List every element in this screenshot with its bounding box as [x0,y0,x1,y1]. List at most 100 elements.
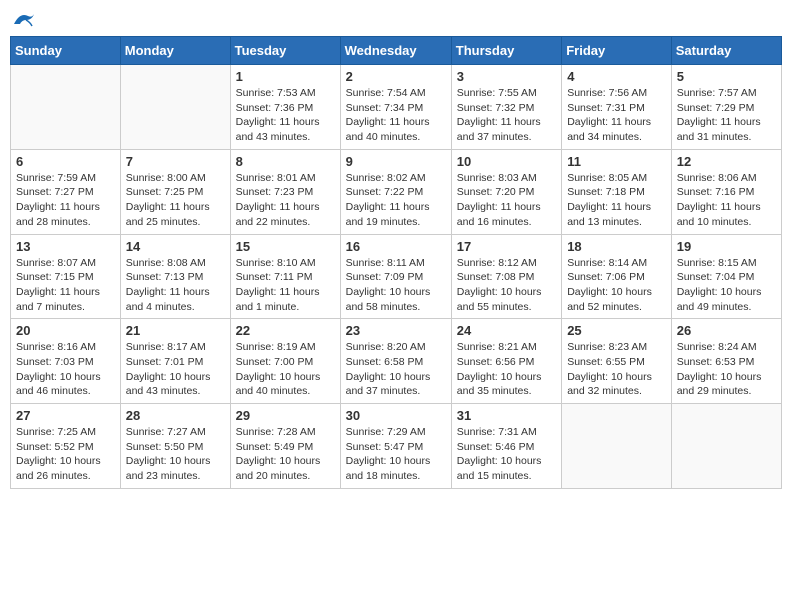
day-info: Sunrise: 7:55 AM Sunset: 7:32 PM Dayligh… [457,86,556,145]
day-info: Sunrise: 8:10 AM Sunset: 7:11 PM Dayligh… [236,256,335,315]
day-info: Sunrise: 8:21 AM Sunset: 6:56 PM Dayligh… [457,340,556,399]
day-number: 5 [677,69,776,84]
calendar-cell [11,65,121,150]
day-number: 26 [677,323,776,338]
calendar-cell: 10Sunrise: 8:03 AM Sunset: 7:20 PM Dayli… [451,149,561,234]
day-number: 9 [346,154,446,169]
day-number: 30 [346,408,446,423]
day-info: Sunrise: 8:07 AM Sunset: 7:15 PM Dayligh… [16,256,115,315]
day-number: 11 [567,154,666,169]
day-info: Sunrise: 8:23 AM Sunset: 6:55 PM Dayligh… [567,340,666,399]
page-header [10,10,782,28]
calendar-cell: 29 Sunrise: 7:28 AM Sunset: 5:49 PM Dayli… [230,404,340,489]
calendar-cell: 23Sunrise: 8:20 AM Sunset: 6:58 PM Dayli… [340,319,451,404]
calendar-header-wednesday: Wednesday [340,37,451,65]
day-info: Sunrise: 7:53 AM Sunset: 7:36 PM Dayligh… [236,86,335,145]
calendar-cell: 13 Sunrise: 8:07 AM Sunset: 7:15 PM Dayli… [11,234,121,319]
day-info: Sunrise: 8:17 AM Sunset: 7:01 PM Dayligh… [126,340,225,399]
calendar-table: SundayMondayTuesdayWednesdayThursdayFrid… [10,36,782,489]
calendar-cell: 22 Sunrise: 8:19 AM Sunset: 7:00 PM Dayli… [230,319,340,404]
day-info: Sunrise: 7:57 AM Sunset: 7:29 PM Dayligh… [677,86,776,145]
day-number: 17 [457,239,556,254]
day-number: 6 [16,154,115,169]
day-info: Sunrise: 8:05 AM Sunset: 7:18 PM Dayligh… [567,171,666,230]
day-info: Sunrise: 8:06 AM Sunset: 7:16 PM Dayligh… [677,171,776,230]
calendar-cell: 31Sunrise: 7:31 AM Sunset: 5:46 PM Dayli… [451,404,561,489]
day-info: Sunrise: 8:24 AM Sunset: 6:53 PM Dayligh… [677,340,776,399]
day-number: 13 [16,239,115,254]
calendar-cell: 12 Sunrise: 8:06 AM Sunset: 7:16 PM Dayli… [671,149,781,234]
day-info: Sunrise: 7:28 AM Sunset: 5:49 PM Dayligh… [236,425,335,484]
day-number: 10 [457,154,556,169]
week-row-3: 13 Sunrise: 8:07 AM Sunset: 7:15 PM Dayli… [11,234,782,319]
day-number: 2 [346,69,446,84]
day-info: Sunrise: 7:25 AM Sunset: 5:52 PM Dayligh… [16,425,115,484]
day-info: Sunrise: 8:01 AM Sunset: 7:23 PM Dayligh… [236,171,335,230]
day-info: Sunrise: 7:59 AM Sunset: 7:27 PM Dayligh… [16,171,115,230]
day-number: 28 [126,408,225,423]
day-number: 27 [16,408,115,423]
calendar-cell: 4 Sunrise: 7:56 AM Sunset: 7:31 PM Daylig… [562,65,672,150]
calendar-cell: 30Sunrise: 7:29 AM Sunset: 5:47 PM Dayli… [340,404,451,489]
calendar-cell: 1 Sunrise: 7:53 AM Sunset: 7:36 PM Daylig… [230,65,340,150]
day-info: Sunrise: 8:00 AM Sunset: 7:25 PM Dayligh… [126,171,225,230]
day-info: Sunrise: 8:16 AM Sunset: 7:03 PM Dayligh… [16,340,115,399]
calendar-cell: 6 Sunrise: 7:59 AM Sunset: 7:27 PM Daylig… [11,149,121,234]
calendar-cell: 11 Sunrise: 8:05 AM Sunset: 7:18 PM Dayli… [562,149,672,234]
calendar-cell: 2 Sunrise: 7:54 AM Sunset: 7:34 PM Daylig… [340,65,451,150]
calendar-cell: 25 Sunrise: 8:23 AM Sunset: 6:55 PM Dayli… [562,319,672,404]
day-number: 24 [457,323,556,338]
day-number: 4 [567,69,666,84]
day-number: 16 [346,239,446,254]
calendar-header-sunday: Sunday [11,37,121,65]
day-info: Sunrise: 7:31 AM Sunset: 5:46 PM Dayligh… [457,425,556,484]
calendar-header-tuesday: Tuesday [230,37,340,65]
calendar-cell: 24 Sunrise: 8:21 AM Sunset: 6:56 PM Dayli… [451,319,561,404]
day-number: 3 [457,69,556,84]
day-info: Sunrise: 8:12 AM Sunset: 7:08 PM Dayligh… [457,256,556,315]
day-number: 1 [236,69,335,84]
day-info: Sunrise: 7:56 AM Sunset: 7:31 PM Dayligh… [567,86,666,145]
calendar-cell [671,404,781,489]
logo [10,10,36,28]
calendar-cell: 3 Sunrise: 7:55 AM Sunset: 7:32 PM Daylig… [451,65,561,150]
day-info: Sunrise: 7:27 AM Sunset: 5:50 PM Dayligh… [126,425,225,484]
day-number: 21 [126,323,225,338]
day-info: Sunrise: 8:08 AM Sunset: 7:13 PM Dayligh… [126,256,225,315]
day-info: Sunrise: 8:15 AM Sunset: 7:04 PM Dayligh… [677,256,776,315]
week-row-2: 6 Sunrise: 7:59 AM Sunset: 7:27 PM Daylig… [11,149,782,234]
calendar-header-saturday: Saturday [671,37,781,65]
day-info: Sunrise: 8:14 AM Sunset: 7:06 PM Dayligh… [567,256,666,315]
week-row-4: 20 Sunrise: 8:16 AM Sunset: 7:03 PM Dayli… [11,319,782,404]
day-number: 25 [567,323,666,338]
calendar-header-friday: Friday [562,37,672,65]
day-number: 14 [126,239,225,254]
day-info: Sunrise: 7:54 AM Sunset: 7:34 PM Dayligh… [346,86,446,145]
day-info: Sunrise: 8:11 AM Sunset: 7:09 PM Dayligh… [346,256,446,315]
week-row-5: 27 Sunrise: 7:25 AM Sunset: 5:52 PM Dayli… [11,404,782,489]
day-number: 8 [236,154,335,169]
calendar-header-monday: Monday [120,37,230,65]
day-info: Sunrise: 8:19 AM Sunset: 7:00 PM Dayligh… [236,340,335,399]
calendar-cell: 19Sunrise: 8:15 AM Sunset: 7:04 PM Dayli… [671,234,781,319]
calendar-cell: 9 Sunrise: 8:02 AM Sunset: 7:22 PM Daylig… [340,149,451,234]
calendar-cell: 26 Sunrise: 8:24 AM Sunset: 6:53 PM Dayli… [671,319,781,404]
day-number: 12 [677,154,776,169]
calendar-cell: 14 Sunrise: 8:08 AM Sunset: 7:13 PM Dayli… [120,234,230,319]
calendar-cell: 18 Sunrise: 8:14 AM Sunset: 7:06 PM Dayli… [562,234,672,319]
calendar-cell: 28 Sunrise: 7:27 AM Sunset: 5:50 PM Dayli… [120,404,230,489]
calendar-cell: 7Sunrise: 8:00 AM Sunset: 7:25 PM Daylig… [120,149,230,234]
day-info: Sunrise: 8:02 AM Sunset: 7:22 PM Dayligh… [346,171,446,230]
calendar-cell [562,404,672,489]
day-number: 20 [16,323,115,338]
calendar-cell: 21 Sunrise: 8:17 AM Sunset: 7:01 PM Dayli… [120,319,230,404]
calendar-cell: 8 Sunrise: 8:01 AM Sunset: 7:23 PM Daylig… [230,149,340,234]
day-number: 29 [236,408,335,423]
day-number: 18 [567,239,666,254]
calendar-cell: 5 Sunrise: 7:57 AM Sunset: 7:29 PM Daylig… [671,65,781,150]
day-info: Sunrise: 8:20 AM Sunset: 6:58 PM Dayligh… [346,340,446,399]
calendar-cell: 16 Sunrise: 8:11 AM Sunset: 7:09 PM Dayli… [340,234,451,319]
calendar-header-thursday: Thursday [451,37,561,65]
day-number: 22 [236,323,335,338]
calendar-cell [120,65,230,150]
